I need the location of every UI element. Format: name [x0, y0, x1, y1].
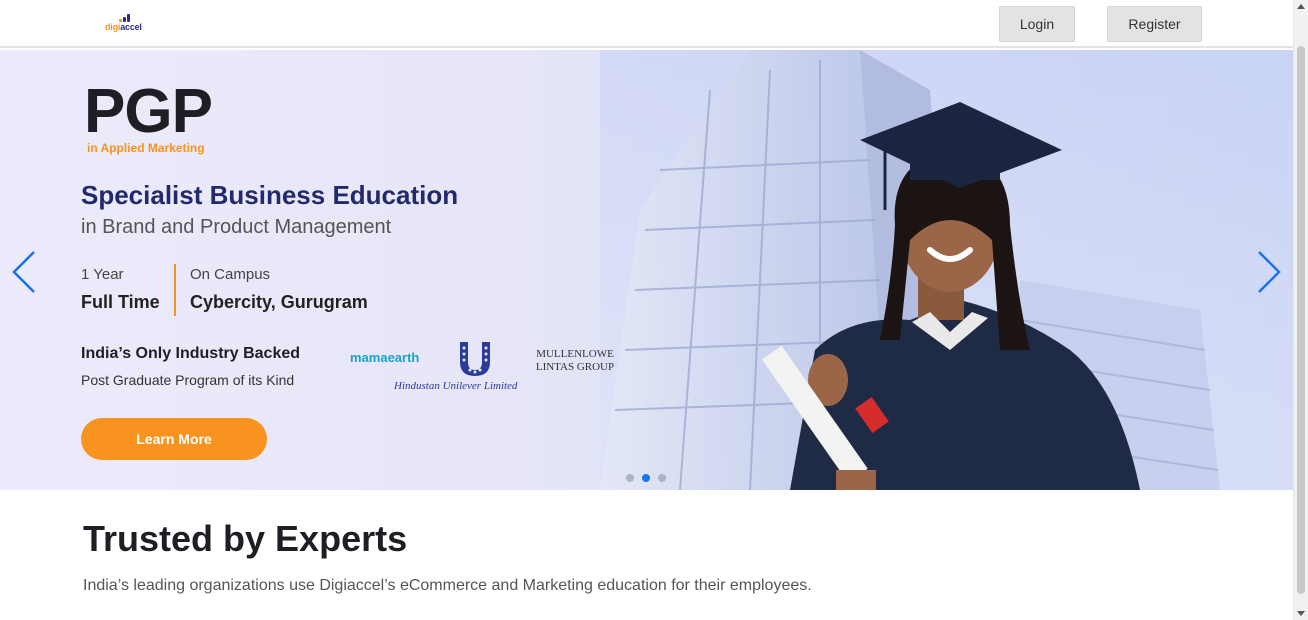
program-subtitle: in Applied Marketing: [87, 141, 205, 155]
backed-subtitle: Post Graduate Program of its Kind: [81, 372, 295, 388]
hero-subheadline: in Brand and Product Management: [81, 216, 392, 238]
hero-graduate-building-image: [600, 50, 1293, 490]
login-button[interactable]: Login: [999, 6, 1075, 42]
mullenlowe-line1: MULLENLOWE: [536, 348, 614, 360]
carousel-dot-2[interactable]: [642, 474, 650, 482]
mullenlowe-line2: LINTAS GROUP: [535, 361, 615, 373]
carousel-dot-1[interactable]: [626, 474, 634, 482]
duration-label: 1 Year: [81, 266, 124, 283]
section-title: Trusted by Experts: [83, 518, 408, 559]
site-header: digiaccel Login Register: [0, 0, 1293, 48]
page-scrollbar[interactable]: [1293, 0, 1308, 620]
scroll-down-icon[interactable]: [1297, 611, 1305, 616]
register-button[interactable]: Register: [1107, 6, 1202, 42]
mullenlowe-lintas-logo: MULLENLOWE LINTAS GROUP: [530, 348, 620, 374]
carousel-indicators: [626, 474, 666, 482]
logo-text: digiaccel: [105, 22, 142, 32]
scroll-up-icon[interactable]: [1297, 4, 1305, 9]
hindustan-unilever-logo: Hindustan Unilever Limited: [394, 380, 518, 392]
program-title: PGP: [84, 77, 213, 146]
chevron-right-icon[interactable]: [1255, 248, 1283, 296]
location-value: Cybercity, Gurugram: [190, 292, 368, 312]
backed-title: India’s Only Industry Backed: [81, 345, 301, 362]
hero-headline: Specialist Business Education: [81, 180, 459, 210]
location-label: On Campus: [190, 266, 271, 283]
hero-carousel: PGP in Applied Marketing Specialist Busi…: [0, 50, 1293, 490]
scroll-thumb[interactable]: [1297, 46, 1305, 594]
section-description: India’s leading organizations use Digiac…: [83, 577, 812, 594]
unilever-logo-icon: [460, 342, 490, 376]
logo-bars-icon: [119, 14, 131, 22]
duration-value: Full Time: [81, 292, 160, 312]
chevron-left-icon[interactable]: [10, 248, 38, 296]
info-divider: [174, 264, 176, 316]
digiaccel-logo[interactable]: digiaccel: [105, 12, 145, 36]
carousel-dot-3[interactable]: [658, 474, 666, 482]
learn-more-button[interactable]: Learn More: [81, 418, 267, 460]
mamaearth-logo: mamaearth: [350, 350, 420, 365]
